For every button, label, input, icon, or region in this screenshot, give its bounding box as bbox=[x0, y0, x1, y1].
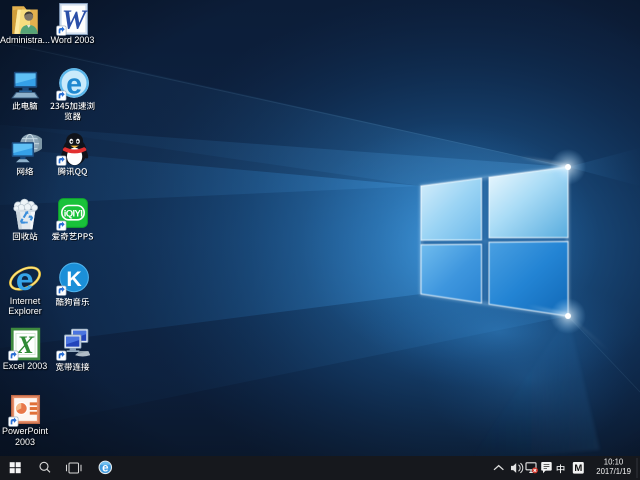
svg-text:e: e bbox=[102, 463, 108, 475]
svg-text:X: X bbox=[16, 330, 35, 359]
svg-text:10:10: 10:10 bbox=[604, 457, 624, 466]
svg-text:e: e bbox=[66, 68, 82, 100]
svg-text:iQIYI: iQIYI bbox=[64, 208, 84, 219]
svg-text:M: M bbox=[574, 463, 582, 474]
svg-text:2017/1/19: 2017/1/19 bbox=[596, 467, 631, 476]
svg-text:K: K bbox=[66, 267, 82, 291]
svg-text:e: e bbox=[16, 262, 34, 296]
